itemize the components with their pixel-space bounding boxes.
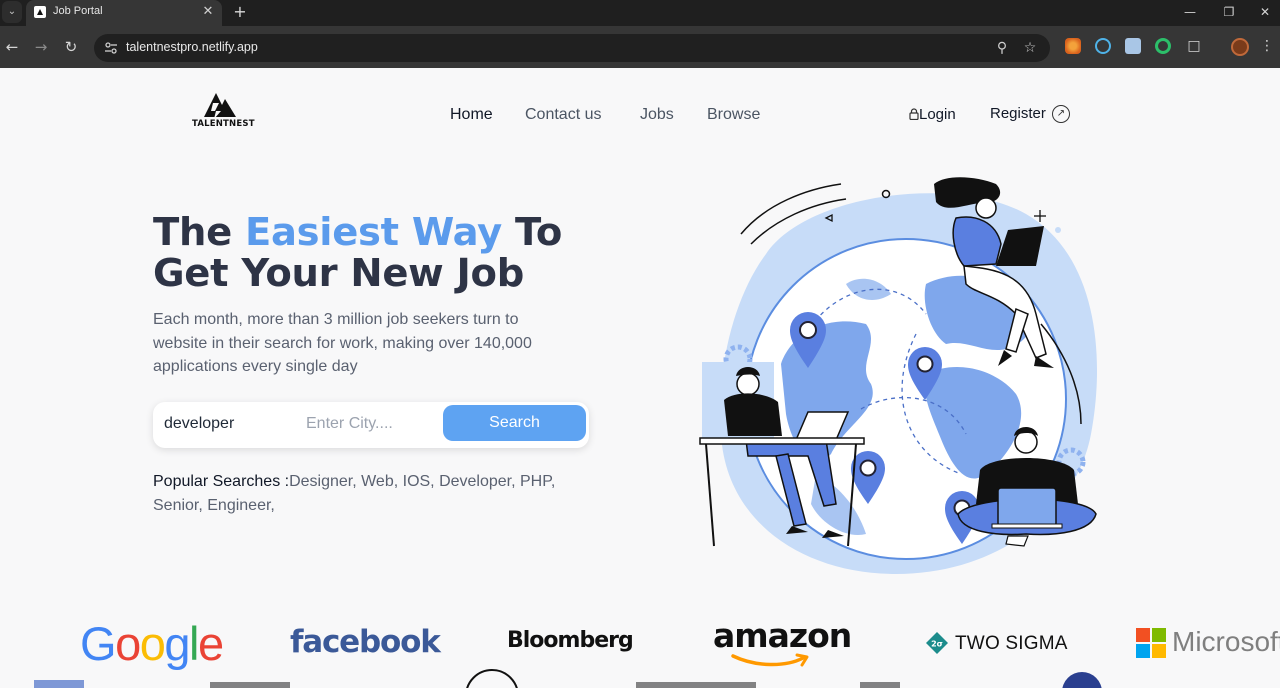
lock-icon: [909, 108, 919, 121]
address-bar[interactable]: talentnestpro.netlify.app ⚲ ☆: [94, 34, 1050, 62]
url-text: talentnestpro.netlify.app: [126, 40, 258, 54]
restore-icon[interactable]: ❐: [1219, 3, 1239, 21]
city-input[interactable]: [306, 415, 436, 433]
tab-title: Job Portal: [53, 5, 103, 17]
page: TALENTNEST Home Contact us Jobs Browse L…: [0, 68, 1280, 688]
hero-illustration: [699, 177, 1098, 574]
tab-close-icon[interactable]: ✕: [200, 4, 216, 20]
profile-avatar[interactable]: [1231, 38, 1249, 56]
two-sigma-logo: TWO SIGMA: [955, 633, 1068, 654]
search-button[interactable]: Search: [443, 405, 586, 441]
nav-browse[interactable]: Browse: [707, 106, 760, 124]
window-close-icon[interactable]: ✕: [1255, 3, 1275, 21]
microsoft-logo: Microsoft: [1172, 626, 1280, 657]
hero-title-part2: To: [501, 210, 563, 255]
nav-home[interactable]: Home: [450, 106, 493, 124]
keyword-input[interactable]: [164, 415, 294, 433]
browser-toolbar: ← → ↻ talentnestpro.netlify.app ⚲ ☆ □ ⋮: [0, 26, 1280, 68]
hero-title-part1: The: [153, 210, 245, 255]
svg-text:2σ: 2σ: [931, 640, 943, 649]
facebook-logo: facebook: [290, 624, 441, 660]
hero-title-highlight: Easiest Way: [245, 210, 502, 255]
hero-title: The Easiest Way To Get Your New Job: [153, 212, 562, 294]
site-info-icon[interactable]: [103, 40, 119, 56]
hero-title-line2: Get Your New Job: [153, 251, 524, 296]
register-button[interactable]: Register: [990, 105, 1046, 122]
key-icon[interactable]: ⚲: [992, 38, 1012, 58]
puzzle-icon[interactable]: □: [1186, 38, 1202, 54]
google-logo: Google: [80, 617, 224, 670]
nav-jobs[interactable]: Jobs: [640, 106, 674, 124]
login-label: Login: [919, 106, 956, 123]
register-label: Register: [990, 105, 1046, 122]
logos-next-row: [34, 669, 1102, 688]
logo-text: TALENTNEST: [192, 119, 255, 129]
login-button[interactable]: Login: [909, 106, 956, 123]
tab-favicon-icon: [34, 6, 46, 18]
brand-logo[interactable]: TALENTNEST: [192, 89, 255, 131]
nav-contact-us[interactable]: Contact us: [525, 106, 601, 124]
back-icon[interactable]: ←: [2, 37, 22, 57]
browser-tab[interactable]: Job Portal ✕: [26, 0, 222, 26]
reload-icon[interactable]: ↻: [61, 37, 81, 57]
mountain-logo-icon: [204, 93, 236, 119]
minimize-icon[interactable]: —: [1180, 3, 1200, 21]
bookmark-star-icon[interactable]: ☆: [1020, 38, 1040, 58]
job-search-bar: Search: [153, 402, 589, 448]
bloomberg-logo: Bloomberg: [507, 628, 634, 653]
menu-icon[interactable]: ⋮: [1260, 36, 1274, 56]
extension-icon[interactable]: [1065, 38, 1081, 54]
two-sigma-badge-icon: 2σ: [926, 632, 948, 654]
hero-description: Each month, more than 3 million job seek…: [153, 311, 532, 375]
popular-searches: Popular Searches :Designer, Web, IOS, De…: [153, 470, 573, 518]
arrow-up-right-icon[interactable]: ↗: [1052, 105, 1070, 123]
tab-search-button[interactable]: ⌄: [2, 1, 22, 23]
react-devtools-icon[interactable]: [1095, 38, 1111, 54]
extension-icon[interactable]: [1155, 38, 1171, 54]
popular-searches-label: Popular Searches :: [153, 473, 290, 490]
extension-icon[interactable]: [1125, 38, 1141, 54]
new-tab-icon[interactable]: +: [230, 2, 250, 22]
browser-tab-strip: ⌄ Job Portal ✕ + — ❐ ✕: [0, 0, 1280, 26]
microsoft-grid-icon: [1136, 628, 1166, 658]
amazon-logo: amazon: [713, 616, 852, 655]
forward-icon[interactable]: →: [31, 37, 51, 57]
